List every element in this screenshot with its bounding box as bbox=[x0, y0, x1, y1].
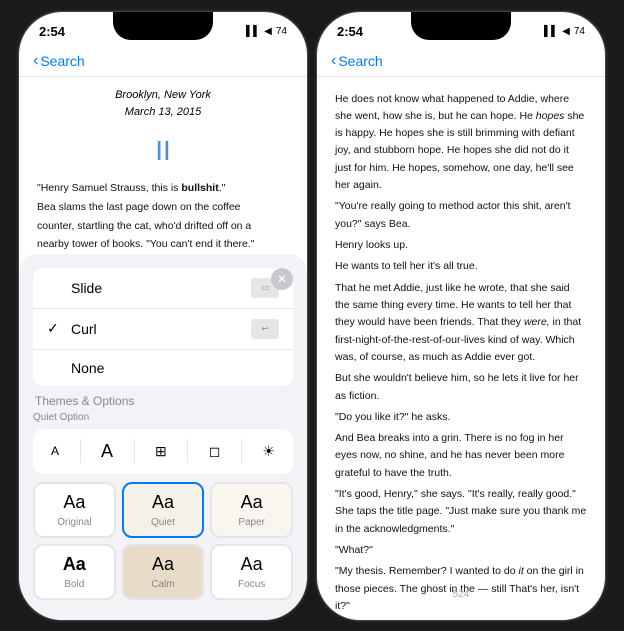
slide-label: Slide bbox=[71, 280, 102, 296]
theme-original-sample: Aa bbox=[63, 492, 85, 513]
theme-bold[interactable]: Aa Bold bbox=[33, 544, 116, 600]
theme-calm[interactable]: Aa Calm bbox=[122, 544, 205, 600]
status-bar-right: 2:54 ▌▌ ◀ 74 bbox=[317, 12, 605, 48]
font-large-button[interactable]: A bbox=[93, 437, 121, 466]
divider-4 bbox=[241, 439, 242, 463]
time-right: 2:54 bbox=[337, 24, 363, 39]
none-left: None bbox=[47, 360, 104, 376]
left-phone: 2:54 ▌▌ ◀ 74 ‹ Search Brooklyn, New York… bbox=[18, 11, 308, 621]
slide-left: Slide bbox=[47, 280, 102, 296]
theme-focus-name: Focus bbox=[238, 579, 265, 590]
divider-1 bbox=[80, 439, 81, 463]
close-button[interactable]: ✕ bbox=[271, 268, 293, 290]
curl-label: Curl bbox=[71, 321, 97, 337]
nav-bar-left: ‹ Search bbox=[19, 48, 307, 77]
theme-bold-sample: Aa bbox=[63, 554, 86, 575]
back-arrow-left: ‹ bbox=[33, 52, 38, 70]
font-style-button[interactable]: ⊞ bbox=[147, 439, 175, 464]
brightness-button[interactable]: ☀ bbox=[254, 439, 283, 464]
transition-section: Slide ▭ ✓ Curl ↩ None bbox=[33, 268, 293, 386]
time-left: 2:54 bbox=[39, 24, 65, 39]
signal-icon: ▌▌ bbox=[246, 26, 260, 37]
none-label: None bbox=[71, 360, 104, 376]
right-para-2: "You're really going to method actor thi… bbox=[335, 198, 587, 233]
right-phone: 2:54 ▌▌ ◀ 74 ‹ Search He does not know w… bbox=[316, 11, 606, 621]
phones-container: 2:54 ▌▌ ◀ 74 ‹ Search Brooklyn, New York… bbox=[18, 11, 606, 621]
theme-calm-name: Calm bbox=[151, 579, 174, 590]
right-para-5: That he met Addie, just like he wrote, t… bbox=[335, 280, 587, 367]
theme-focus-sample: Aa bbox=[241, 554, 263, 575]
theme-paper[interactable]: Aa Paper bbox=[210, 482, 293, 538]
book-content-right: He does not know what happened to Addie,… bbox=[317, 77, 605, 617]
curl-left: ✓ Curl bbox=[47, 320, 97, 337]
right-para-1: He does not know what happened to Addie,… bbox=[335, 91, 587, 195]
right-para-9: "It's good, Henry," she says. "It's real… bbox=[335, 486, 587, 538]
transition-none[interactable]: None bbox=[33, 350, 293, 386]
book-header: Brooklyn, New YorkMarch 13, 2015 bbox=[37, 87, 289, 121]
theme-calm-sample: Aa bbox=[152, 554, 174, 575]
back-label-left: Search bbox=[40, 53, 84, 69]
curl-icon: ↩ bbox=[251, 319, 279, 339]
status-icons-left: ▌▌ ◀ 74 bbox=[246, 26, 287, 37]
divider-2 bbox=[134, 439, 135, 463]
signal-icon-right: ▌▌ bbox=[544, 26, 558, 37]
nav-bar-right: ‹ Search bbox=[317, 48, 605, 77]
status-icons-right: ▌▌ ◀ 74 bbox=[544, 26, 585, 37]
reader-toolbar: A A ⊞ ◻ ☀ bbox=[33, 429, 293, 474]
divider-3 bbox=[187, 439, 188, 463]
status-bar-left: 2:54 ▌▌ ◀ 74 bbox=[19, 12, 307, 48]
transition-slide[interactable]: Slide ▭ bbox=[33, 268, 293, 309]
themes-grid: Aa Original Aa Quiet Aa Paper Aa Bold Aa bbox=[33, 482, 293, 600]
theme-paper-sample: Aa bbox=[241, 492, 263, 513]
battery-right: 74 bbox=[574, 26, 585, 37]
theme-paper-name: Paper bbox=[238, 517, 265, 528]
theme-focus[interactable]: Aa Focus bbox=[210, 544, 293, 600]
chapter-number: II bbox=[37, 129, 289, 172]
theme-quiet-name: Quiet bbox=[151, 517, 175, 528]
quiet-option-label: Quiet Option bbox=[33, 412, 293, 423]
theme-bold-name: Bold bbox=[64, 579, 84, 590]
theme-quiet-sample: Aa bbox=[152, 492, 174, 513]
battery-left: 74 bbox=[276, 26, 287, 37]
font-small-button[interactable]: A bbox=[43, 440, 67, 462]
overlay-panel: ✕ Slide ▭ ✓ Curl ↩ bbox=[19, 254, 307, 620]
right-para-3: Henry looks up. bbox=[335, 237, 587, 254]
right-para-6: But she wouldn't believe him, so he lets… bbox=[335, 370, 587, 405]
back-button-left[interactable]: ‹ Search bbox=[33, 52, 85, 70]
wifi-icon: ◀ bbox=[264, 26, 272, 37]
theme-quiet[interactable]: Aa Quiet bbox=[122, 482, 205, 538]
wifi-icon-right: ◀ bbox=[562, 26, 570, 37]
note-button[interactable]: ◻ bbox=[201, 439, 229, 464]
back-button-right[interactable]: ‹ Search bbox=[331, 52, 383, 70]
right-para-8: And Bea breaks into a grin. There is no … bbox=[335, 430, 587, 482]
back-arrow-right: ‹ bbox=[331, 52, 336, 70]
right-para-7: "Do you like it?" he asks. bbox=[335, 409, 587, 426]
theme-original[interactable]: Aa Original bbox=[33, 482, 116, 538]
theme-original-name: Original bbox=[57, 517, 91, 528]
themes-label: Themes & Options bbox=[35, 394, 291, 408]
right-para-10: "What?" bbox=[335, 542, 587, 559]
curl-checkmark: ✓ bbox=[47, 320, 63, 337]
transition-curl[interactable]: ✓ Curl ↩ bbox=[33, 309, 293, 350]
page-number: 524 bbox=[317, 589, 605, 600]
right-para-4: He wants to tell her it's all true. bbox=[335, 258, 587, 275]
back-label-right: Search bbox=[338, 53, 382, 69]
